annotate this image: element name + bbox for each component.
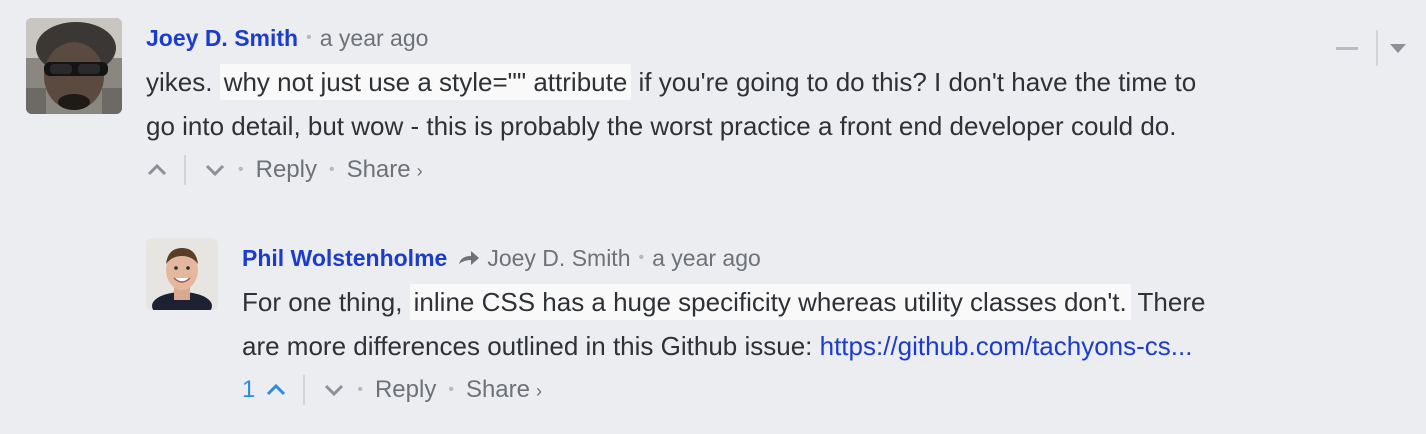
share-chevron: › [416,161,423,181]
upvote-count: 1 [242,376,256,403]
comment-header: Joey D. Smith • a year ago [146,18,1416,58]
bullet-separator: • [638,249,645,266]
reply-to-name: Joey D. Smith [487,244,631,271]
in-reply-to[interactable]: Joey D. Smith [447,245,630,272]
comment-controls [1336,28,1416,68]
share-label: Share [346,156,411,183]
comment-body: Joey D. Smith • a year ago yikes. why no… [146,18,1416,192]
divider [1376,30,1378,66]
downvote-button[interactable] [323,383,345,397]
reply-arrow-icon [459,251,480,265]
bullet-separator: • [448,381,454,398]
timestamp[interactable]: a year ago [320,25,429,52]
text-highlight: inline CSS has a huge specificity wherea… [409,284,1131,320]
chevron-up-icon [147,163,167,176]
bullet-separator: • [357,381,363,398]
avatar[interactable] [146,238,218,310]
timestamp[interactable]: a year ago [652,245,761,272]
bullet-separator: • [238,161,244,178]
chevron-up-icon [267,383,286,396]
comment-footer: 1 • Reply • Share › [242,368,1416,412]
text-segment: For one thing, [242,287,410,317]
text-segment: are more differences outlined in this Gi… [242,331,820,361]
share-chevron: › [535,381,542,401]
comment-text: For one thing, inline CSS has a huge spe… [242,280,1416,368]
share-button[interactable]: Share › [347,156,423,184]
share-label: Share [465,376,530,403]
author-name[interactable]: Phil Wolstenholme [242,245,447,272]
comment-footer: • Reply • Share › [146,148,1416,192]
text-segment: yikes. [146,67,220,97]
bullet-separator: • [328,161,335,178]
author-name[interactable]: Joey D. Smith [146,25,298,52]
upvote-button[interactable]: 1 [242,376,287,404]
github-issue-link[interactable]: https://github.com/tachyons-cs... [820,331,1193,361]
vote-divider [184,155,186,185]
text-segment: go into detail, but wow - this is probab… [146,111,1177,141]
chevron-down-icon [205,164,225,177]
reply-button[interactable]: Reply [256,156,317,184]
vote-divider [303,375,306,405]
reply-button[interactable]: Reply [375,376,436,404]
text-highlight: why not just use a style="" attribute [219,64,632,100]
share-button[interactable]: Share › [466,376,542,404]
avatar[interactable] [26,18,122,114]
caret-down-icon[interactable] [1390,43,1406,53]
text-segment: if you're going to do this? I don't have… [631,67,1197,97]
comment-thread: Joey D. Smith • a year ago yikes. why no… [0,0,1426,434]
bullet-separator: • [306,29,312,46]
chevron-down-icon [325,384,344,397]
downvote-button[interactable] [204,163,226,177]
text-segment: There [1130,287,1206,317]
comment-text: yikes. why not just use a style="" attri… [146,60,1416,148]
comment-header: Phil Wolstenholme Joey D. Smith • a year… [242,238,1416,278]
comment-body: Phil Wolstenholme Joey D. Smith • a year… [242,238,1416,412]
upvote-button[interactable] [146,163,168,177]
collapse-icon[interactable] [1336,46,1358,50]
